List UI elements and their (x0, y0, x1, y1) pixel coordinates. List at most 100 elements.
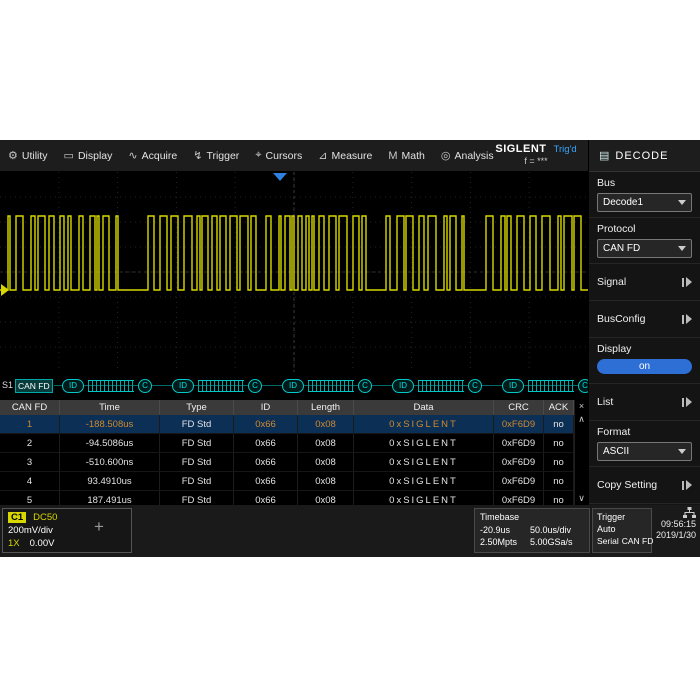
timebase-rate: 5.00GSa/s (530, 537, 584, 547)
timebase-delay: -20.9us (480, 525, 530, 535)
decode-frame: IDC (62, 379, 152, 393)
table-scroll: × ∧ ∨ (574, 400, 588, 505)
table-row[interactable]: 493.4910usFD Std0x660x080xSIGLENT0xF6D9n… (0, 472, 588, 491)
decode-bus-bar: S1 CAN FD IDCIDCIDCIDCIDC (0, 372, 588, 400)
table-cell: 0xSIGLENT (354, 415, 494, 433)
frame-crc-tag: C (358, 379, 372, 393)
trigger-label: Trigger (597, 511, 647, 523)
decode-source-label: S1 (2, 380, 13, 390)
network-icon (683, 507, 696, 518)
table-cell: 0xSIGLENT (354, 453, 494, 471)
frame-crc-tag: C (248, 379, 262, 393)
table-cell: no (544, 453, 574, 471)
table-row[interactable]: 1-188.508usFD Std0x660x080xSIGLENT0xF6D9… (0, 415, 588, 434)
sidebar-item-display: Display on (589, 338, 700, 384)
trigger-mode: Auto (597, 523, 647, 536)
column-header-type: Type (160, 400, 234, 415)
sidebar-item-label: BusConfig (597, 313, 645, 325)
table-cell: -188.508us (60, 415, 160, 433)
clock-date: 2019/1/30 (656, 530, 696, 540)
table-cell: FD Std (160, 453, 234, 471)
arrow-bar (682, 278, 684, 287)
dropdown-protocol[interactable]: CAN FD (597, 239, 692, 258)
arrow-bar (682, 481, 684, 490)
table-cell: 0x08 (298, 453, 354, 471)
brand-block: SIGLENT Trig'd f = *** (486, 143, 586, 166)
table-body: 1-188.508usFD Std0x660x080xSIGLENT0xF6D9… (0, 415, 588, 510)
menu-item-math[interactable]: MMath (380, 140, 433, 171)
close-icon[interactable]: × (579, 400, 584, 413)
submenu-arrow-icon (682, 397, 692, 407)
menu-item-utility[interactable]: ⚙Utility (0, 140, 56, 171)
toggle-display[interactable]: on (597, 359, 692, 374)
siglent-logo: SIGLENT (495, 143, 546, 155)
sidebar-items: BusDecode1ProtocolCAN FDSignalBusConfigD… (589, 172, 700, 504)
frame-id-tag: ID (392, 379, 414, 393)
trigger-type: Serial (597, 536, 619, 546)
arrow-tip (686, 277, 692, 287)
sidebar-item-signal[interactable]: Signal (589, 264, 700, 301)
dropdown-bus[interactable]: Decode1 (597, 193, 692, 212)
scroll-down-icon[interactable]: ∨ (578, 492, 585, 505)
menu-item-label: Trigger (206, 150, 239, 162)
menu-item-label: Utility (22, 150, 48, 162)
table-cell: 2 (0, 434, 60, 452)
dropdown-value: CAN FD (603, 243, 640, 254)
sidebar-item-label: Signal (597, 276, 626, 288)
trigger-protocol: CAN FD (622, 536, 654, 546)
table-cell: 0xF6D9 (494, 434, 544, 452)
timebase-label: Timebase (480, 511, 584, 523)
sidebar-item-busconfig[interactable]: BusConfig (589, 301, 700, 338)
sidebar-item-copy-setting[interactable]: Copy Setting (589, 467, 700, 504)
table-row[interactable]: 3-510.600nsFD Std0x660x080xSIGLENT0xF6D9… (0, 453, 588, 472)
menu-item-label: Acquire (142, 150, 178, 162)
column-header-id: ID (234, 400, 298, 415)
table-cell: 0x66 (234, 472, 298, 490)
submenu-arrow-icon (682, 480, 692, 490)
decode-frame: IDC (172, 379, 262, 393)
waveform-svg (0, 172, 588, 372)
table-cell: no (544, 434, 574, 452)
cursors-icon: ⌖ (255, 149, 261, 162)
decode-frame: IDC (282, 379, 372, 393)
trigger-position-marker[interactable] (273, 173, 287, 181)
oscilloscope-screen: ⚙Utility▭Display∿Acquire↯Trigger⌖Cursors… (0, 140, 700, 557)
sidebar-item-list[interactable]: List (589, 384, 700, 421)
scroll-up-icon[interactable]: ∧ (578, 413, 585, 426)
channel-coupling: DC50 (33, 512, 57, 523)
channel-info-block[interactable]: C1 DC50 200mV/div 1X 0.00V (2, 508, 132, 553)
table-cell: 0x08 (298, 415, 354, 433)
column-header-length: Length (298, 400, 354, 415)
table-cell: 0xF6D9 (494, 472, 544, 490)
arrow-bar (682, 315, 684, 324)
dropdown-format[interactable]: ASCII (597, 442, 692, 461)
table-cell: 0x66 (234, 434, 298, 452)
table-cell: 0xF6D9 (494, 453, 544, 471)
menu-item-measure[interactable]: ⊿Measure (310, 140, 380, 171)
table-cell: no (544, 415, 574, 433)
sidebar-item-label: Protocol (597, 223, 692, 235)
offset-marker: + (94, 517, 104, 537)
table-row[interactable]: 2-94.5086usFD Std0x660x080xSIGLENT0xF6D9… (0, 434, 588, 453)
arrow-bar (682, 398, 684, 407)
column-header-time: Time (60, 400, 160, 415)
dropdown-value: ASCII (603, 446, 629, 457)
timebase-block[interactable]: Timebase -20.9us 50.0us/div 2.50Mpts 5.0… (474, 508, 590, 553)
menu-item-trigger[interactable]: ↯Trigger (185, 140, 247, 171)
table-cell: 0xSIGLENT (354, 472, 494, 490)
table-cell: no (544, 472, 574, 490)
menu-item-display[interactable]: ▭Display (56, 140, 121, 171)
menu-item-acquire[interactable]: ∿Acquire (120, 140, 185, 171)
menu-item-cursors[interactable]: ⌖Cursors (247, 140, 310, 171)
arrow-tip (686, 480, 692, 490)
can-waveform-trace (0, 216, 588, 290)
table-cell: 4 (0, 472, 60, 490)
channel-probe: 1X (8, 538, 20, 551)
table-cell: 0x08 (298, 472, 354, 490)
trigger-block[interactable]: Trigger Auto Serial CAN FD (592, 508, 652, 553)
clock-time: 09:56:15 (661, 519, 696, 529)
sidebar-item-label: Display (597, 343, 692, 355)
submenu-arrow-icon (682, 314, 692, 324)
decode-panel: ▤ DECODE BusDecode1ProtocolCAN FDSignalB… (588, 140, 700, 505)
arrow-tip (686, 314, 692, 324)
